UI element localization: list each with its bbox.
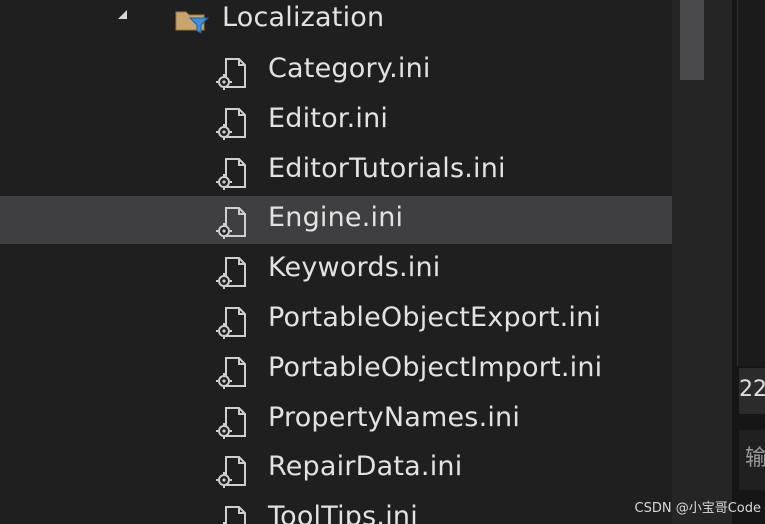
config-file-icon	[214, 453, 250, 489]
file-label: ToolTips.ini	[268, 501, 418, 524]
tree-file-item[interactable]: EditorTutorials.ini	[0, 147, 672, 195]
file-label: Editor.ini	[268, 102, 389, 134]
tree-file-item[interactable]: PortableObjectExport.ini	[0, 296, 672, 344]
file-label: Engine.ini	[268, 202, 404, 234]
config-file-icon	[214, 155, 250, 191]
tree-file-item[interactable]: Category.ini	[0, 47, 672, 95]
file-label: EditorTutorials.ini	[268, 152, 506, 184]
config-file-icon	[214, 55, 250, 91]
solution-explorer-tree: Localization Category.ini Editor.ini Edito…	[0, 0, 672, 524]
file-label: PropertyNames.ini	[268, 401, 521, 433]
vertical-scrollbar[interactable]	[672, 0, 732, 524]
tree-folder-localization[interactable]: Localization	[0, 0, 672, 44]
right-output-tab[interactable]: 输	[739, 430, 765, 490]
right-pane: 22 输	[732, 0, 765, 524]
right-number-field[interactable]: 22	[739, 368, 765, 414]
tree-file-item[interactable]: Editor.ini	[0, 97, 672, 145]
config-file-icon	[214, 354, 250, 390]
right-panel	[737, 0, 765, 366]
folder-label: Localization	[222, 2, 385, 33]
tree-file-item[interactable]: ToolTips.ini	[0, 495, 672, 524]
watermark-text: CSDN @小宝哥Code	[634, 501, 761, 516]
file-label: Keywords.ini	[268, 252, 441, 284]
tree-file-item[interactable]: Keywords.ini	[0, 246, 672, 294]
config-file-icon	[214, 254, 250, 290]
scrollbar-thumb[interactable]	[680, 0, 704, 80]
file-label: PortableObjectImport.ini	[268, 351, 603, 383]
expand-triangle-icon[interactable]	[118, 10, 127, 19]
tree-file-item[interactable]: Engine.ini	[0, 196, 672, 245]
filter-folder-icon	[174, 6, 210, 34]
config-file-icon	[214, 404, 250, 440]
config-file-icon	[214, 105, 250, 141]
file-label: RepairData.ini	[268, 451, 463, 483]
tree-file-item[interactable]: PropertyNames.ini	[0, 396, 672, 444]
tree-file-item[interactable]: PortableObjectImport.ini	[0, 346, 672, 394]
file-label: Category.ini	[268, 53, 431, 84]
config-file-icon	[214, 304, 250, 340]
config-file-icon	[214, 503, 250, 524]
config-file-icon	[214, 204, 250, 240]
file-label: PortableObjectExport.ini	[268, 302, 602, 333]
tree-file-item[interactable]: RepairData.ini	[0, 445, 672, 493]
